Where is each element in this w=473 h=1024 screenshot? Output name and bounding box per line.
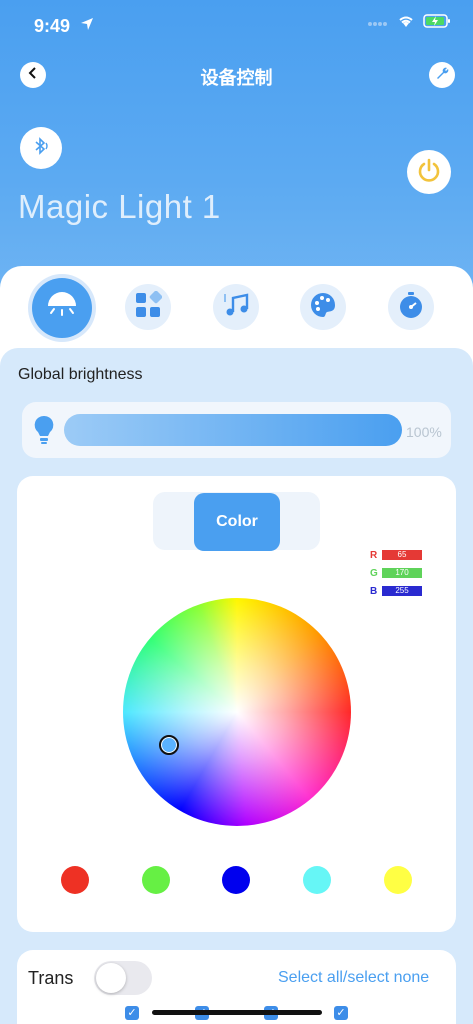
brightness-slider[interactable] (64, 414, 402, 446)
device-name: Magic Light 1 (18, 188, 221, 225)
color-swatch-red[interactable] (61, 866, 89, 894)
timer-icon (396, 290, 426, 325)
color-wheel-handle[interactable] (159, 735, 179, 755)
tab-scenes[interactable] (125, 284, 171, 330)
rgb-g-value: 170 (382, 568, 422, 578)
ceiling-light-icon (44, 288, 80, 329)
select-all-link[interactable]: Select all/select none (278, 969, 429, 987)
tab-palette[interactable] (300, 284, 346, 330)
color-mode-button[interactable]: Color (194, 493, 280, 551)
bluetooth-button[interactable] (20, 127, 62, 169)
trans-toggle[interactable] (94, 961, 152, 995)
rgb-r-value: 65 (382, 550, 422, 560)
battery-charging-icon (423, 14, 451, 33)
color-swatch-blue[interactable] (222, 866, 250, 894)
power-icon (415, 156, 443, 189)
rgb-b-value: 255 (382, 586, 422, 596)
power-button[interactable] (407, 150, 451, 194)
location-arrow-icon (80, 17, 94, 36)
status-bar: 9:49 (0, 0, 473, 52)
music-note-icon (221, 290, 251, 325)
color-wheel[interactable] (123, 598, 351, 826)
tab-light[interactable] (32, 278, 92, 338)
zone-checkbox[interactable]: ✓ (334, 1006, 348, 1020)
page-title: 设备控制 (200, 68, 273, 88)
home-indicator (152, 1010, 322, 1015)
color-swatch-yellow[interactable] (384, 866, 412, 894)
trans-label: Trans (28, 968, 74, 988)
brightness-label: Global brightness (18, 366, 143, 383)
palette-icon (308, 290, 338, 325)
rgb-r-label: R (370, 549, 378, 561)
wrench-icon (435, 66, 449, 85)
grid-scenes-icon (134, 290, 163, 324)
rgb-g-row: G 170 (370, 567, 422, 579)
rgb-r-row: R 65 (370, 549, 422, 561)
color-swatch-green[interactable] (142, 866, 170, 894)
toggle-knob (96, 963, 126, 993)
tab-timer[interactable] (388, 284, 434, 330)
rgb-b-row: B 255 (370, 585, 422, 597)
zone-checkbox[interactable]: ✓ (125, 1006, 139, 1020)
lightbulb-icon (32, 414, 56, 451)
color-swatch-cyan[interactable] (303, 866, 331, 894)
rgb-g-label: G (370, 567, 378, 579)
cellular-signal-icon (367, 15, 389, 33)
status-time: 9:49 (34, 16, 71, 36)
settings-button[interactable] (429, 62, 455, 88)
wifi-icon (397, 14, 415, 33)
tab-music[interactable] (213, 284, 259, 330)
rgb-b-label: B (370, 585, 378, 597)
brightness-value: 100% (406, 424, 442, 440)
bluetooth-icon (30, 135, 52, 162)
